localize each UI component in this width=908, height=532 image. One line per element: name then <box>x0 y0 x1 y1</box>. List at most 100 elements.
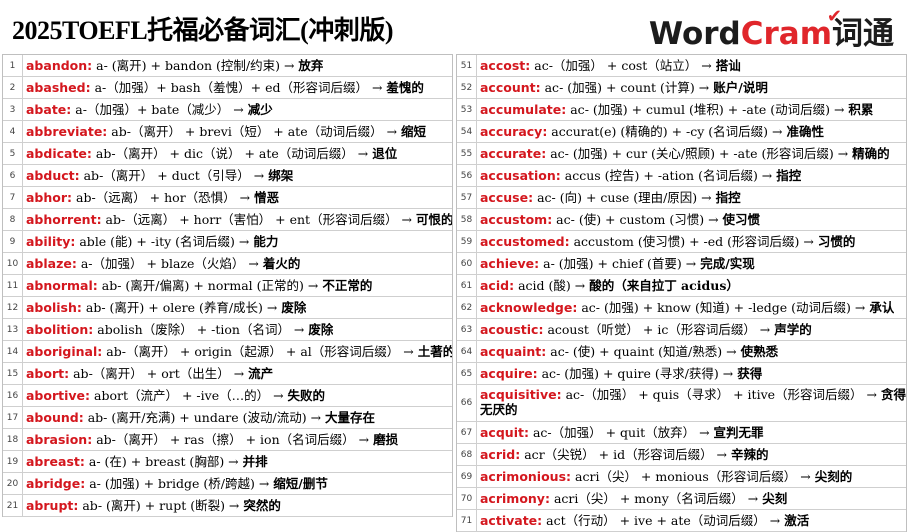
row-number: 59 <box>457 231 477 252</box>
vocab-row: 56accusation accus (控告) + -ation (名词后缀) … <box>457 165 906 187</box>
word-parts: ac- (向) + cuse (理由/原因) → <box>537 190 712 205</box>
vocab-row: 65acquire ac- (加强) + quire (寻求/获得) → 获得 <box>457 363 906 385</box>
vocab-row: 55accurate ac- (加强) + cur (关心/照顾) + -ate… <box>457 143 906 165</box>
vocab-row: 51accost ac-（加强） + cost（站立） → 搭讪 <box>457 55 906 77</box>
row-number: 11 <box>3 275 23 296</box>
vocab-word: aboriginal <box>26 344 102 359</box>
vocab-word: acquaint <box>480 344 546 359</box>
vocab-entry: accuracy accurat(e) (精确的) + -cy (名词后缀) →… <box>477 124 824 139</box>
vocab-entry: acquaint ac- (使) + quaint (知道/熟悉) → 使熟悉 <box>477 344 778 359</box>
word-parts: accurat(e) (精确的) + -cy (名词后缀) → <box>551 124 783 139</box>
vocab-word: accustomed <box>480 234 570 249</box>
word-meaning: 宣判无罪 <box>713 425 764 440</box>
word-parts: abort（流产） + -ive（…的） → <box>94 388 284 403</box>
vocab-word: activate <box>480 513 542 528</box>
word-parts: acr（尖锐） + id（形容词后缀） → <box>524 447 728 462</box>
row-number: 8 <box>3 209 23 230</box>
word-meaning: 辛辣的 <box>731 447 769 462</box>
vocab-word: abortive <box>26 388 90 403</box>
word-parts: a- (加强) + bridge (桥/跨越) → <box>89 476 270 491</box>
word-meaning: 搭讪 <box>715 58 741 73</box>
vocab-word: accuse <box>480 190 533 205</box>
row-number: 60 <box>457 253 477 274</box>
logo-cram: Cram <box>740 16 832 52</box>
vocab-entry: ablaze a-（加强） + blaze（火焰） → 着火的 <box>23 256 300 271</box>
vocab-entry: abrasion ab-（离开） + ras（擦） + ion（名词后缀） → … <box>23 432 398 447</box>
word-meaning: 使习惯 <box>722 212 761 227</box>
vocab-entry: abound ab- (离开/充满) + undare (波动/流动) → 大量… <box>23 410 375 425</box>
word-parts: ac- (使) + quaint (知道/熟悉) → <box>550 344 737 359</box>
row-number: 65 <box>457 363 477 384</box>
vocab-word: accumulate <box>480 102 566 117</box>
vocab-entry: accumulate ac- (加强) + cumul (堆积) + -ate … <box>477 102 873 117</box>
word-parts: ac-（加强） + quit（放弃） → <box>532 425 710 440</box>
word-parts: acri（尖） + monious（形容词后缀） → <box>575 469 811 484</box>
vocab-entry: abhor ab-（远离） + hor（恐惧） → 憎恶 <box>23 190 279 205</box>
row-number: 16 <box>3 385 23 406</box>
vocab-row: 15abort ab-（离开） + ort（出生） → 流产 <box>3 363 452 385</box>
row-number: 1 <box>3 55 23 76</box>
word-meaning: 指控 <box>776 168 802 183</box>
vocab-word: acid <box>480 278 514 293</box>
vocab-word: abreast <box>26 454 85 469</box>
word-parts: ac- (加强) + count (计算) → <box>544 80 710 95</box>
vocab-word: abandon <box>26 58 92 73</box>
vocab-word: abolition <box>26 322 93 337</box>
vocab-entry: abdicate ab-（离开） + dic（说） + ate（动词后缀） → … <box>23 146 397 161</box>
row-number: 55 <box>457 143 477 164</box>
word-parts: accustom (使习惯) + -ed (形容词后缀) → <box>573 234 814 249</box>
vocab-row: 64acquaint ac- (使) + quaint (知道/熟悉) → 使熟… <box>457 341 906 363</box>
word-meaning: 可恨的 <box>416 212 452 227</box>
word-parts: ac- (加强) + cumul (堆积) + -ate (动词后缀) → <box>570 102 845 117</box>
page-title: 2025TOEFL托福必备词汇(冲刺版) <box>12 16 393 45</box>
word-meaning: 承认 <box>869 300 895 315</box>
vocab-entry: abashed a-（加强）+ bash（羞愧）+ ed（形容词后缀） → 羞愧… <box>23 80 424 95</box>
vocab-word: acquisitive <box>480 387 562 402</box>
row-number: 13 <box>3 319 23 340</box>
vocab-row: 71activate act（行动） + ive + ate（动词后缀） → 激… <box>457 510 906 532</box>
vocab-row: 54accuracy accurat(e) (精确的) + -cy (名词后缀)… <box>457 121 906 143</box>
vocab-entry: acoustic acoust（听觉） + ic（形容词后缀） → 声学的 <box>477 322 812 337</box>
vocab-row: 9ability able (能) + -ity (名词后缀) → 能力 <box>3 231 452 253</box>
vocab-row: 10ablaze a-（加强） + blaze（火焰） → 着火的 <box>3 253 452 275</box>
vocab-entry: abate a-（加强）+ bate（减少） → 减少 <box>23 102 273 117</box>
word-meaning: 突然的 <box>243 498 281 513</box>
vocab-entry: abduct ab-（离开） + duct（引导） → 绑架 <box>23 168 293 183</box>
word-parts: ab- (离开/充满) + undare (波动/流动) → <box>87 410 322 425</box>
vocab-entry: accustomed accustom (使习惯) + -ed (形容词后缀) … <box>477 234 855 249</box>
word-parts: a-（加强）+ bash（羞愧）+ ed（形容词后缀） → <box>94 80 383 95</box>
vocab-row: 67acquit ac-（加强） + quit（放弃） → 宣判无罪 <box>457 422 906 444</box>
word-parts: a-（加强）+ bate（减少） → <box>75 102 244 117</box>
vocab-word: abrupt <box>26 498 78 513</box>
vocab-entry: abortive abort（流产） + -ive（…的） → 失败的 <box>23 388 325 403</box>
vocab-word: abort <box>26 366 69 381</box>
vocab-word: accurate <box>480 146 546 161</box>
word-parts: ab-（离开） + brevi（短） + ate（动词后缀） → <box>111 124 398 139</box>
vocab-word: accost <box>480 58 530 73</box>
word-meaning: 憎恶 <box>254 190 280 205</box>
vocab-column-right: 51accost ac-（加强） + cost（站立） → 搭讪52accoun… <box>456 54 907 532</box>
row-number: 6 <box>3 165 23 186</box>
vocab-word: accusation <box>480 168 561 183</box>
row-number: 68 <box>457 444 477 465</box>
vocab-word: abridge <box>26 476 85 491</box>
vocab-row: 8abhorrent ab-（远离） + horr（害怕） + ent（形容词后… <box>3 209 452 231</box>
vocab-word: ablaze <box>26 256 77 271</box>
word-meaning: 绑架 <box>268 168 294 183</box>
row-number: 3 <box>3 99 23 120</box>
wordcram-logo[interactable]: WordCram ✔ 词通 <box>649 6 894 53</box>
word-meaning: 习惯的 <box>817 234 856 249</box>
row-number: 54 <box>457 121 477 142</box>
word-meaning: 羞愧的 <box>386 80 424 95</box>
word-parts: ab-（离开） + ras（擦） + ion（名词后缀） → <box>96 432 370 447</box>
vocab-row: 1abandon a- (离开) + bandon (控制/约束) → 放弃 <box>3 55 452 77</box>
row-number: 5 <box>3 143 23 164</box>
word-parts: act（行动） + ive + ate（动词后缀） → <box>546 513 781 528</box>
vocab-entry: achieve a- (加强) + chief (首要) → 完成/实现 <box>477 256 755 271</box>
vocab-row: 69acrimonious acri（尖） + monious（形容词后缀） →… <box>457 466 906 488</box>
vocab-row: 7abhor ab-（远离） + hor（恐惧） → 憎恶 <box>3 187 452 209</box>
vocab-entry: acquit ac-（加强） + quit（放弃） → 宣判无罪 <box>477 425 764 440</box>
word-meaning: 精确的 <box>852 146 890 161</box>
vocab-entry: accuse ac- (向) + cuse (理由/原因) → 指控 <box>477 190 741 205</box>
word-parts: a- (离开) + bandon (控制/约束) → <box>96 58 295 73</box>
